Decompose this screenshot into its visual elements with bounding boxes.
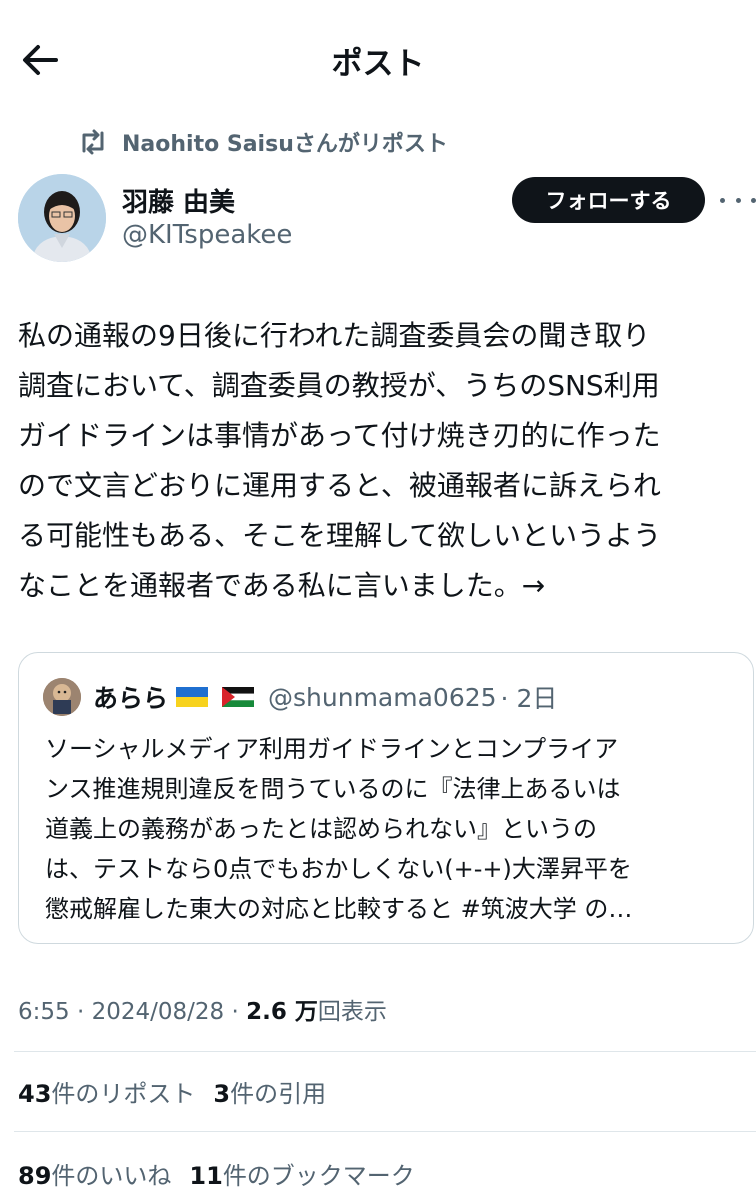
- top-bar: ポスト: [0, 0, 756, 118]
- repost-text: Naohito Saisuさんがリポスト: [122, 132, 448, 157]
- likes-stat[interactable]: 89件のいいね: [18, 1162, 171, 1190]
- view-count: 2.6 万: [246, 999, 318, 1025]
- author-handle[interactable]: @KITspeakee: [122, 220, 292, 250]
- palestine-flag-icon: [222, 687, 255, 707]
- ukraine-flag-icon: [176, 687, 209, 707]
- bookmarks-label: 件のブックマーク: [222, 1162, 415, 1190]
- divider: [14, 1051, 756, 1052]
- more-options-icon[interactable]: [720, 190, 756, 210]
- reposts-stat[interactable]: 43件のリポスト: [18, 1080, 195, 1108]
- quoted-author-avatar[interactable]: [43, 678, 81, 716]
- reposts-count: 43: [18, 1080, 52, 1108]
- view-label: 回表示: [317, 999, 387, 1025]
- bookmarks-count: 11: [189, 1162, 223, 1190]
- stats-row-reactions: 89件のいいね 11件のブックマーク: [18, 1156, 415, 1191]
- post-timestamp[interactable]: 6:55 · 2024/08/28 ·: [18, 999, 246, 1025]
- quoted-author-name[interactable]: あらら: [93, 679, 168, 715]
- bookmarks-stat[interactable]: 11件のブックマーク: [189, 1162, 414, 1190]
- repost-indicator[interactable]: Naohito Saisuさんがリポスト: [78, 127, 448, 157]
- likes-label: 件のいいね: [51, 1162, 172, 1190]
- quoted-post-header: あらら @shunmama0625 · 2日: [93, 679, 557, 715]
- reposts-label: 件のリポスト: [51, 1080, 196, 1108]
- quotes-stat[interactable]: 3件の引用: [213, 1080, 326, 1108]
- author-avatar[interactable]: [18, 174, 106, 262]
- quotes-label: 件の引用: [230, 1080, 327, 1108]
- stats-row-shares: 43件のリポスト 3件の引用: [18, 1074, 326, 1109]
- quoted-post-text: ソーシャルメディア利用ガイドラインとコンプライア ンス推進規則違反を問うているの…: [45, 735, 633, 923]
- divider: [14, 1131, 756, 1132]
- post-meta: 6:55 · 2024/08/28 · 2.6 万回表示: [18, 992, 387, 1026]
- repost-icon: [82, 129, 104, 155]
- quotes-count: 3: [213, 1080, 231, 1108]
- page-title: ポスト: [331, 46, 425, 82]
- quoted-post-time: · 2日: [500, 684, 558, 713]
- author-name[interactable]: 羽藤 由美: [122, 182, 235, 219]
- follow-button[interactable]: フォローする: [512, 177, 705, 223]
- quoted-author-handle[interactable]: @shunmama0625: [268, 683, 497, 712]
- quoted-post-card[interactable]: あらら @shunmama0625 · 2日 ソーシャルメディア利用ガイドライン…: [18, 652, 754, 944]
- tweet-text: 私の通報の9日後に行われた調査委員会の聞き取り 調査において、調査委員の教授が、…: [18, 319, 662, 602]
- likes-count: 89: [18, 1162, 52, 1190]
